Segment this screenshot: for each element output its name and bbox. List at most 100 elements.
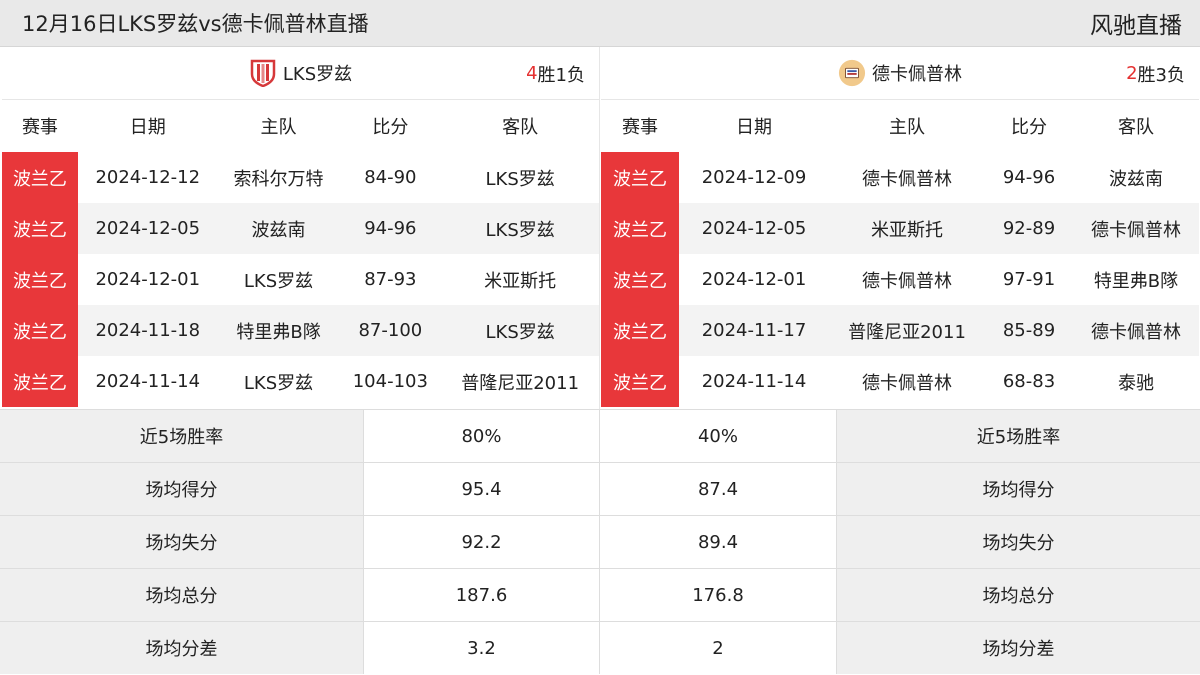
stat-value-left: 92.2 — [364, 516, 600, 568]
home-team: LKS罗兹 — [243, 372, 314, 394]
match-date: 2024-12-05 — [701, 218, 807, 239]
col-league: 赛事 — [21, 117, 58, 138]
stat-value-left: 3.2 — [364, 622, 600, 674]
stat-row: 场均失分 92.2 89.4 场均失分 — [0, 515, 1200, 568]
stat-value-right: 2 — [600, 622, 837, 674]
col-league: 赛事 — [622, 117, 658, 138]
league-badge: 波兰乙 — [2, 356, 78, 407]
stat-label-left: 场均失分 — [0, 516, 364, 568]
away-team: 德卡佩普林 — [1091, 219, 1181, 241]
stat-label-left: 场均总分 — [0, 569, 364, 621]
stat-value-right: 40% — [600, 410, 837, 462]
col-away: 客队 — [502, 117, 539, 138]
col-home: 主队 — [889, 117, 925, 138]
stat-row: 近5场胜率 80% 40% 近5场胜率 — [0, 409, 1200, 462]
match-date: 2024-12-01 — [95, 269, 201, 290]
table-row: 波兰乙 2024-12-12 索科尔万特 84-90 LKS罗兹 — [2, 152, 599, 203]
match-score: 104-103 — [352, 371, 428, 392]
team-record: 4 胜 1负 — [526, 47, 585, 100]
col-score: 比分 — [1011, 117, 1047, 138]
stat-label-right: 场均得分 — [837, 463, 1200, 515]
match-score: 94-96 — [364, 218, 417, 239]
table-row: 波兰乙 2024-11-14 LKS罗兹 104-103 普隆尼亚2011 — [2, 356, 599, 407]
stat-value-left: 95.4 — [364, 463, 600, 515]
win-count: 4 — [526, 63, 538, 84]
column-headers: 赛事 日期 主队 比分 客队 — [601, 100, 1199, 152]
home-team: 波兹南 — [251, 219, 306, 241]
dekaplan-round-logo-icon — [838, 59, 866, 87]
league-badge: 波兰乙 — [2, 305, 78, 356]
league-badge: 波兰乙 — [601, 152, 679, 203]
win-count: 2 — [1126, 63, 1138, 84]
win-suffix: 胜 — [537, 64, 556, 86]
title-bar: 12月16日LKS罗兹vs德卡佩普林直播 风驰直播 — [0, 0, 1200, 47]
league-badge: 波兰乙 — [2, 203, 78, 254]
match-date: 2024-11-14 — [95, 371, 201, 392]
table-row: 波兰乙 2024-12-05 波兹南 94-96 LKS罗兹 — [2, 203, 599, 254]
match-score: 94-96 — [1002, 167, 1056, 188]
stat-row: 场均分差 3.2 2 场均分差 — [0, 621, 1200, 674]
league-badge: 波兰乙 — [2, 254, 78, 305]
match-date: 2024-12-09 — [701, 167, 807, 188]
home-team: 德卡佩普林 — [862, 372, 952, 394]
stat-label-left: 场均得分 — [0, 463, 364, 515]
match-date: 2024-12-01 — [701, 269, 807, 290]
away-team-panel: 德卡佩普林 2 胜 3负 赛事 日期 主队 比分 客队 波兰乙 2024-12-… — [601, 47, 1199, 409]
home-team: 普隆尼亚2011 — [848, 321, 966, 343]
away-team: 米亚斯托 — [484, 270, 557, 292]
table-row: 波兰乙 2024-12-01 德卡佩普林 97-91 特里弗B隊 — [601, 254, 1199, 305]
stat-row: 场均总分 187.6 176.8 场均总分 — [0, 568, 1200, 621]
away-team: 泰驰 — [1118, 372, 1154, 394]
table-row: 波兰乙 2024-11-17 普隆尼亚2011 85-89 德卡佩普林 — [601, 305, 1199, 356]
league-badge: 波兰乙 — [601, 254, 679, 305]
match-list: 波兰乙 2024-12-09 德卡佩普林 94-96 波兹南 波兰乙 2024-… — [601, 152, 1199, 407]
league-badge: 波兰乙 — [601, 203, 679, 254]
match-date: 2024-11-14 — [701, 371, 807, 392]
team-header: LKS罗兹 4 胜 1负 — [2, 47, 599, 100]
stat-row: 场均得分 95.4 87.4 场均得分 — [0, 462, 1200, 515]
loss-count: 3负 — [1155, 64, 1185, 86]
match-list: 波兰乙 2024-12-12 索科尔万特 84-90 LKS罗兹 波兰乙 202… — [2, 152, 599, 407]
home-team-panel: LKS罗兹 4 胜 1负 赛事 日期 主队 比分 客队 波兰乙 2024-12-… — [2, 47, 600, 409]
team-record: 2 胜 3负 — [1126, 47, 1185, 100]
stat-label-right: 场均分差 — [837, 622, 1200, 674]
match-score: 68-83 — [1002, 371, 1056, 392]
win-suffix: 胜 — [1137, 64, 1156, 86]
team-header: 德卡佩普林 2 胜 3负 — [601, 47, 1199, 100]
home-team: 米亚斯托 — [871, 219, 943, 241]
column-headers: 赛事 日期 主队 比分 客队 — [2, 100, 599, 152]
match-score: 84-90 — [364, 167, 417, 188]
col-date: 日期 — [736, 117, 772, 138]
col-date: 日期 — [129, 117, 166, 138]
stat-value-right: 89.4 — [600, 516, 837, 568]
table-row: 波兰乙 2024-12-05 米亚斯托 92-89 德卡佩普林 — [601, 203, 1199, 254]
away-team: 波兹南 — [1109, 168, 1163, 190]
table-row: 波兰乙 2024-11-18 特里弗B隊 87-100 LKS罗兹 — [2, 305, 599, 356]
stats-comparison: 近5场胜率 80% 40% 近5场胜率 场均得分 95.4 87.4 场均得分 … — [0, 409, 1200, 675]
home-team: LKS罗兹 — [243, 270, 314, 292]
match-score: 85-89 — [1002, 320, 1056, 341]
stat-label-left: 近5场胜率 — [0, 410, 364, 462]
stat-value-right: 176.8 — [600, 569, 837, 621]
away-team: 特里弗B隊 — [1093, 270, 1179, 292]
away-team: 德卡佩普林 — [1091, 321, 1181, 343]
loss-count: 1负 — [555, 64, 585, 86]
stat-label-right: 场均失分 — [837, 516, 1200, 568]
league-badge: 波兰乙 — [601, 356, 679, 407]
away-team: LKS罗兹 — [485, 219, 555, 241]
team-name: 德卡佩普林 — [872, 64, 962, 85]
team-name: LKS罗兹 — [282, 64, 353, 85]
league-badge: 波兰乙 — [601, 305, 679, 356]
stat-label-right: 场均总分 — [837, 569, 1200, 621]
league-badge: 波兰乙 — [2, 152, 78, 203]
lks-shield-logo-icon — [249, 59, 277, 87]
match-score: 87-100 — [358, 320, 423, 341]
match-date: 2024-12-12 — [95, 167, 201, 188]
home-team: 特里弗B隊 — [236, 321, 321, 343]
away-team: LKS罗兹 — [485, 321, 555, 343]
col-away: 客队 — [1118, 117, 1154, 138]
table-row: 波兰乙 2024-11-14 德卡佩普林 68-83 泰驰 — [601, 356, 1199, 407]
home-team: 德卡佩普林 — [862, 168, 952, 190]
stat-value-left: 80% — [364, 410, 600, 462]
match-date: 2024-12-05 — [95, 218, 201, 239]
